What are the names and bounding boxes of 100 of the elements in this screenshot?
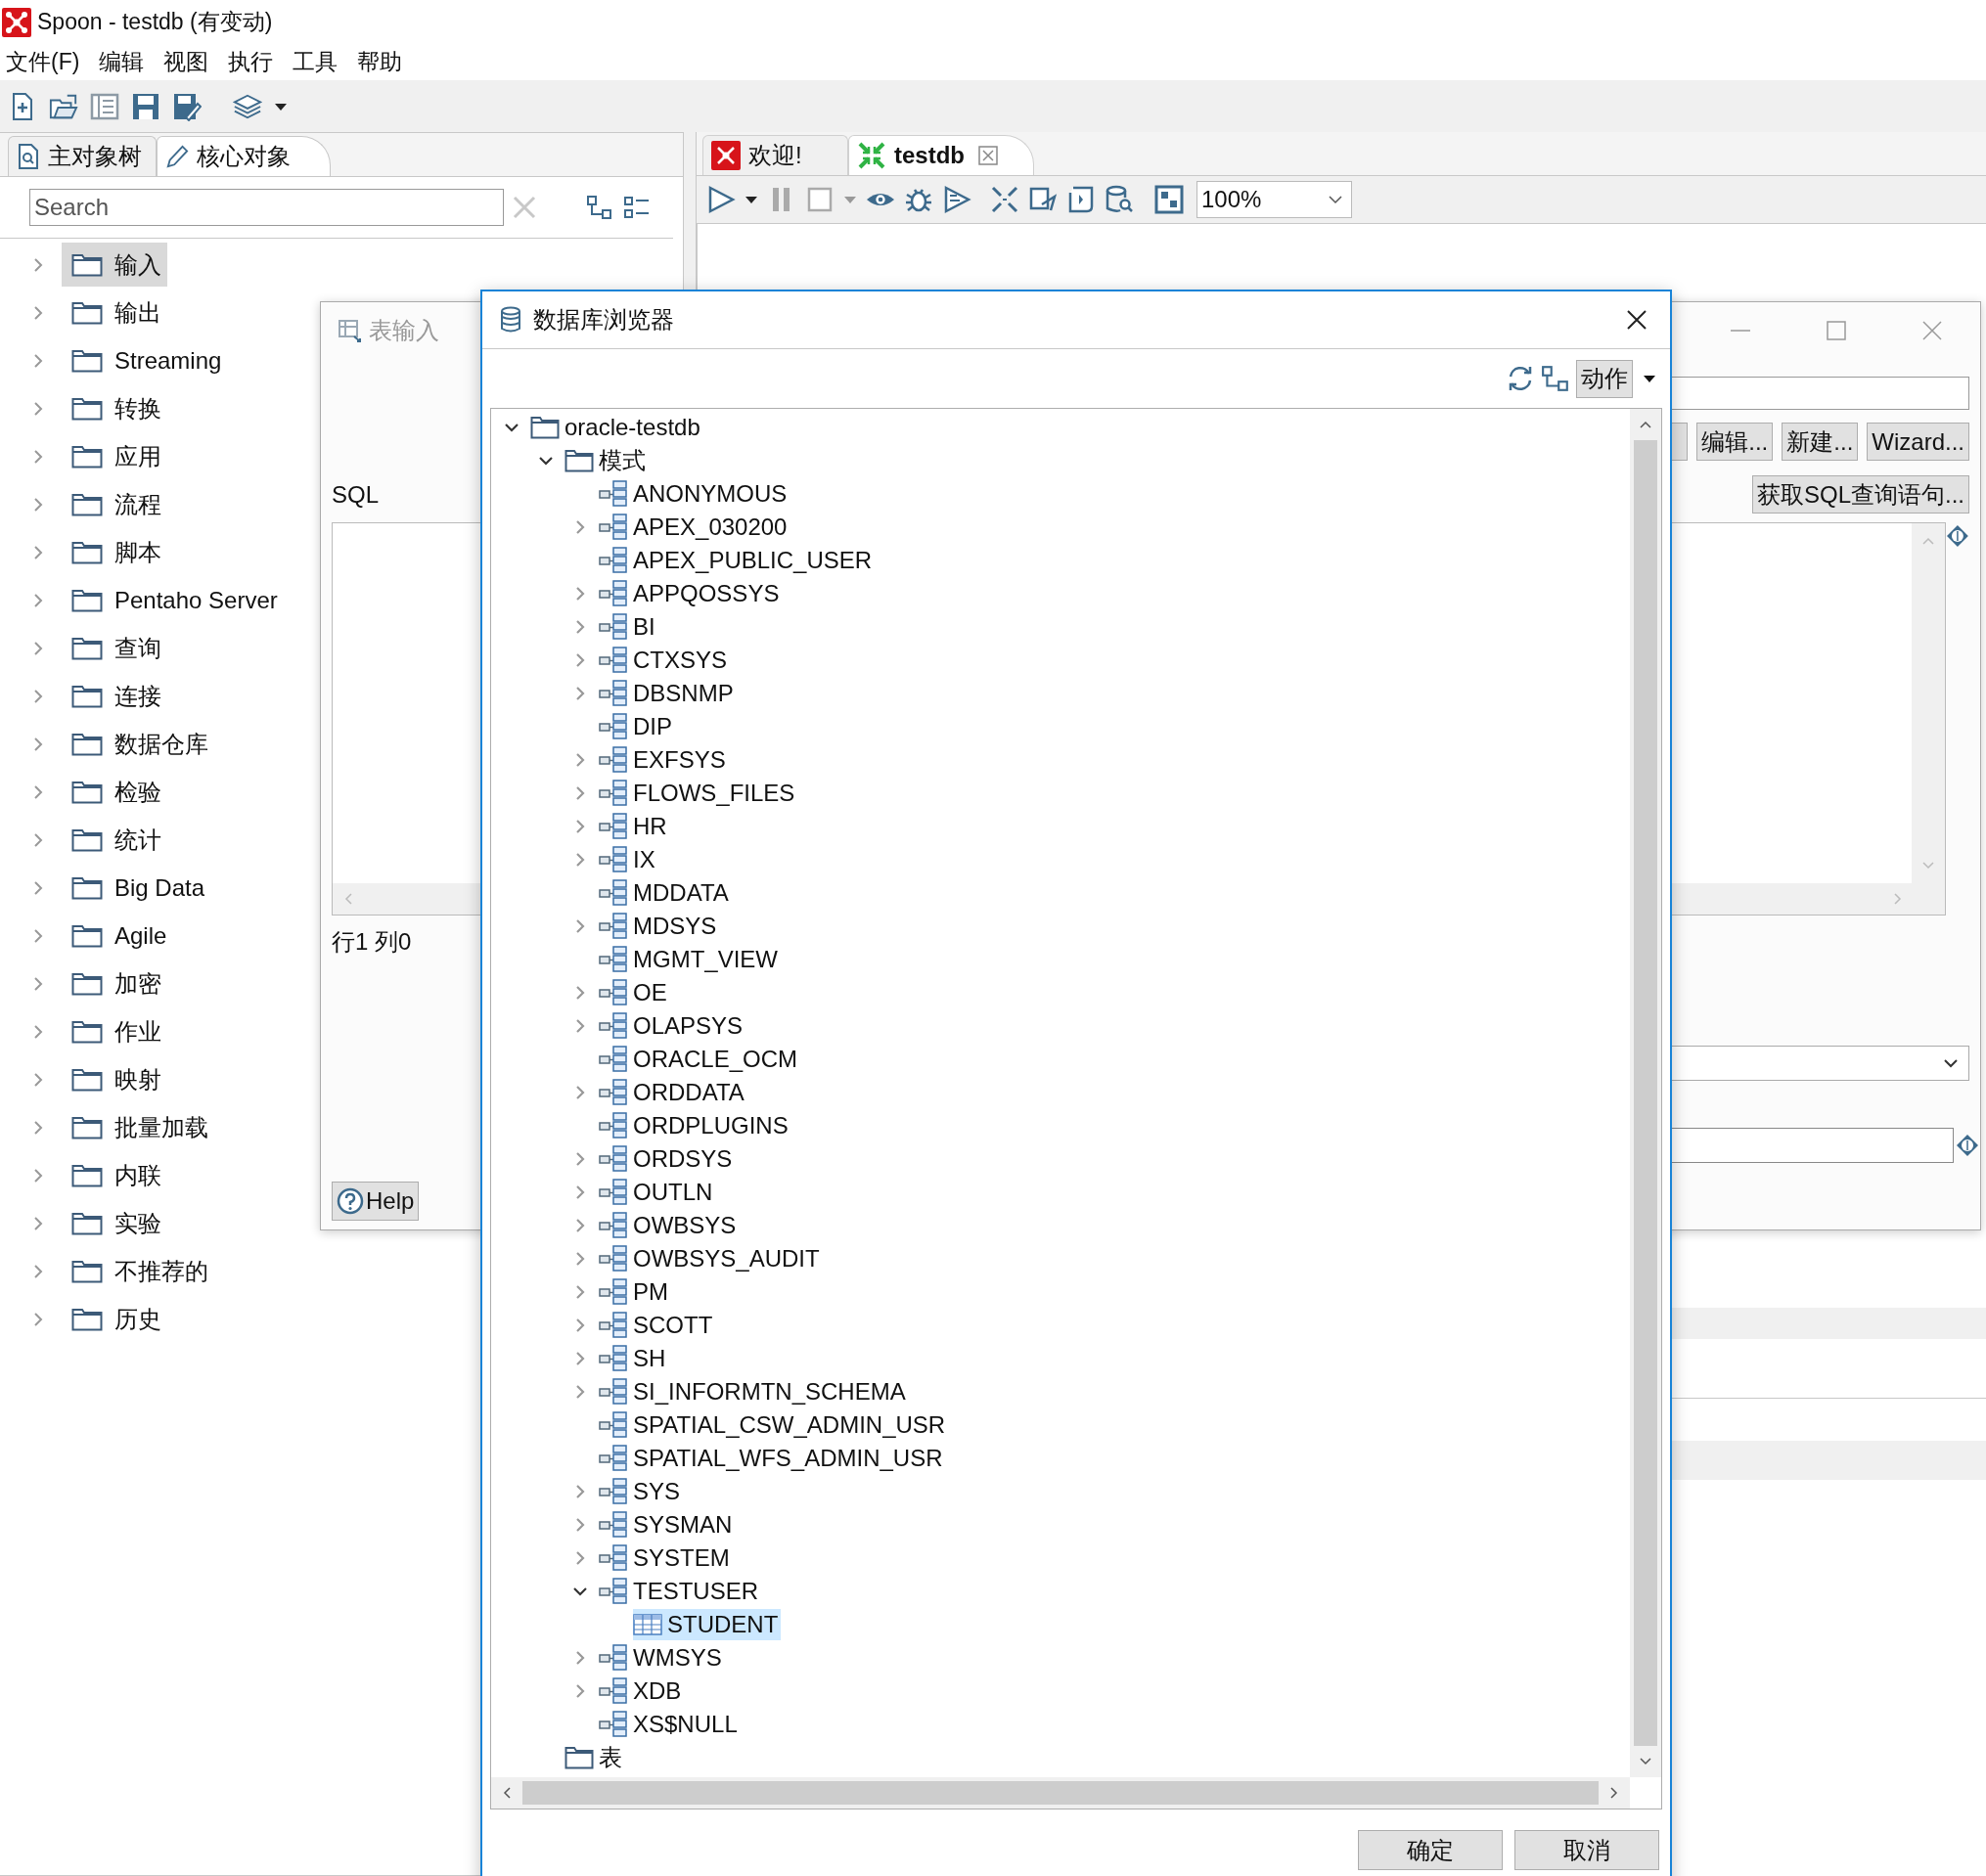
save-icon[interactable] (131, 91, 160, 121)
dialog-button[interactable]: Wizard... (1867, 423, 1969, 461)
tree-item[interactable]: CTXSYS (599, 645, 731, 676)
tree-item[interactable]: SYSMAN (599, 1509, 736, 1541)
tree-item[interactable]: 应用 (62, 434, 167, 478)
list-icon[interactable] (90, 91, 119, 121)
database-search-icon[interactable] (1105, 185, 1134, 214)
stop-icon[interactable] (805, 185, 835, 214)
tree-item[interactable]: 映射 (62, 1057, 167, 1101)
tree-item[interactable]: Pentaho Server (62, 578, 284, 622)
tree-item[interactable]: ORDDATA (599, 1077, 747, 1108)
editor-tab[interactable]: testdb (848, 135, 1034, 175)
tree-item[interactable]: HR (599, 811, 670, 842)
zoom-dropdown[interactable]: 100% (1196, 181, 1352, 218)
tree-item[interactable]: 检验 (62, 770, 167, 814)
tree-item[interactable]: 历史 (62, 1297, 167, 1341)
list-view-icon[interactable] (623, 195, 651, 220)
tree-item[interactable]: PM (599, 1276, 671, 1308)
tree-item[interactable]: TESTUSER (599, 1576, 761, 1607)
tree-item[interactable]: 流程 (62, 482, 167, 526)
tree-item[interactable]: BI (599, 611, 658, 643)
tree-item[interactable]: oracle-testdb (530, 412, 703, 443)
tree-item[interactable]: SYS (599, 1476, 684, 1507)
tree-item[interactable]: STUDENT (633, 1609, 782, 1640)
tree-item[interactable]: DIP (599, 711, 675, 742)
tree-item[interactable]: OWBSYS_AUDIT (599, 1243, 823, 1274)
menu-item[interactable]: 帮助 (357, 47, 403, 77)
dialog-button[interactable]: 取消 (1514, 1830, 1659, 1870)
tree-item[interactable]: 模式 (564, 445, 649, 476)
tree-item[interactable]: SCOTT (599, 1310, 716, 1341)
tree-item[interactable]: Agile (62, 914, 173, 958)
tree-item[interactable]: Streaming (62, 338, 228, 382)
tree-item[interactable]: 批量加载 (62, 1105, 214, 1149)
tree-item[interactable]: APEX_PUBLIC_USER (599, 545, 876, 576)
tree-item[interactable]: OWBSYS (599, 1210, 740, 1241)
dialog-button[interactable]: 新建... (1782, 423, 1859, 461)
close-icon[interactable] (1625, 308, 1648, 332)
grid-icon[interactable] (1154, 185, 1184, 214)
maximize-icon[interactable] (1825, 319, 1848, 342)
tree-item[interactable]: SI_INFORMTN_SCHEMA (599, 1376, 909, 1407)
tree-item[interactable]: XDB (599, 1675, 685, 1707)
tree-item[interactable]: 输出 (62, 290, 167, 335)
tree-item[interactable]: 脚本 (62, 530, 167, 574)
action-button[interactable]: 动作 (1576, 359, 1633, 398)
tree-item[interactable]: 作业 (62, 1009, 167, 1053)
tree-item[interactable]: DBSNMP (599, 678, 737, 709)
tree-item[interactable]: OUTLN (599, 1177, 716, 1208)
tree-item[interactable]: ORACLE_OCM (599, 1044, 801, 1075)
dropdown-arrow-icon[interactable] (745, 195, 758, 204)
help-button[interactable]: Help (332, 1182, 420, 1221)
tree-item[interactable]: 数据仓库 (62, 722, 214, 766)
tree-item[interactable]: 表 (564, 1742, 625, 1773)
tree-item[interactable]: OE (599, 977, 670, 1008)
tree-item[interactable]: EXFSYS (599, 744, 729, 776)
tree-item[interactable]: IX (599, 844, 658, 875)
menu-item[interactable]: 编辑 (99, 47, 145, 77)
tree-item[interactable]: MDSYS (599, 911, 720, 942)
tree-view-icon[interactable] (586, 195, 613, 220)
tree-item[interactable]: OLAPSYS (599, 1010, 746, 1042)
tree-item[interactable]: ORDSYS (599, 1143, 736, 1175)
menu-item[interactable]: 视图 (163, 47, 209, 77)
clear-icon[interactable] (512, 195, 537, 220)
tree-item[interactable]: SH (599, 1343, 669, 1374)
tree-item[interactable]: WMSYS (599, 1642, 725, 1674)
dropdown-arrow-icon[interactable] (274, 101, 288, 112)
scrollbar-thumb[interactable] (1634, 440, 1657, 1746)
tree-view-icon[interactable] (1541, 364, 1570, 393)
tree-item[interactable]: MGMT_VIEW (599, 944, 781, 975)
vertical-scrollbar[interactable] (1630, 409, 1661, 1777)
save-as-icon[interactable] (172, 91, 202, 121)
script-icon[interactable] (1066, 185, 1096, 214)
tree-item[interactable]: 实验 (62, 1201, 167, 1245)
horizontal-scrollbar[interactable] (491, 1777, 1630, 1809)
tree-item[interactable]: Big Data (62, 866, 211, 910)
tree-item[interactable]: SYSTEM (599, 1542, 733, 1574)
tree-item[interactable]: 查询 (62, 626, 167, 670)
tree-item[interactable]: APEX_030200 (599, 512, 790, 543)
tree-item[interactable]: 加密 (62, 961, 167, 1005)
editor-tab[interactable]: 欢迎! (702, 135, 848, 175)
dropdown-arrow-icon[interactable] (1643, 374, 1656, 383)
menu-item[interactable]: 执行 (228, 47, 274, 77)
run-icon[interactable] (706, 185, 736, 214)
menu-item[interactable]: 工具 (293, 47, 339, 77)
get-sql-button[interactable]: 获取SQL查询语句... (1751, 475, 1969, 514)
menu-item[interactable]: 文件(F) (6, 47, 80, 77)
tree-item[interactable]: MDDATA (599, 877, 732, 909)
tree-item[interactable]: ANONYMOUS (599, 478, 790, 510)
panel-tab[interactable]: 核心对象 (157, 136, 331, 176)
tree-item[interactable]: SPATIAL_WFS_ADMIN_USR (599, 1443, 946, 1474)
tree-item[interactable]: FLOWS_FILES (599, 778, 798, 809)
panel-tab[interactable]: 主对象树 (8, 136, 157, 176)
dialog-button[interactable]: 编辑... (1696, 423, 1774, 461)
tree-item[interactable]: 输入 (62, 243, 167, 287)
scrollbar-thumb[interactable] (522, 1781, 1599, 1805)
tree-item[interactable]: 转换 (62, 386, 167, 430)
tree-item[interactable]: APPQOSSYS (599, 578, 783, 609)
tree-item[interactable]: XS$NULL (599, 1709, 741, 1740)
dialog-button[interactable]: 确定 (1358, 1830, 1503, 1870)
tree-item[interactable]: 不推荐的 (62, 1249, 214, 1293)
tree-item[interactable]: 统计 (62, 818, 167, 862)
